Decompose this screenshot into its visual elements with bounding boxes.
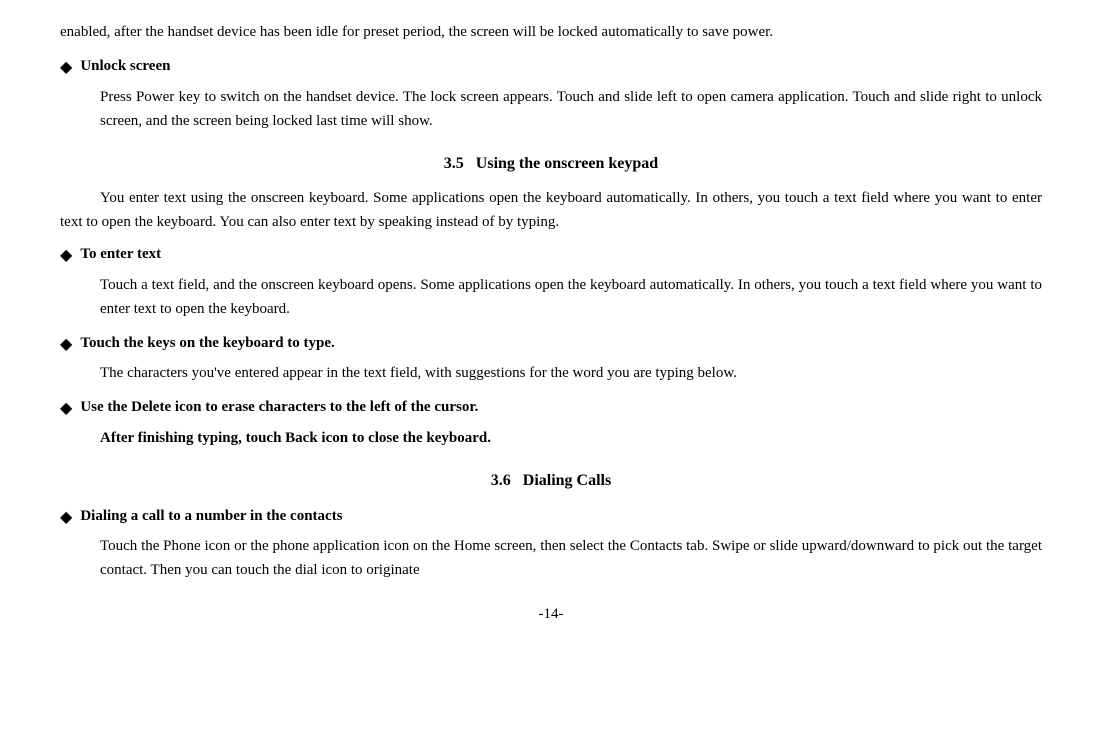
page-content: enabled, after the handset device has be… [60, 20, 1042, 626]
unlock-screen-body: Press Power key to switch on the handset… [60, 85, 1042, 133]
use-delete-title: Use the Delete icon to erase characters … [80, 395, 478, 419]
to-enter-text-body: Touch a text field, and the onscreen key… [60, 273, 1042, 321]
unlock-screen-header: ◆ Unlock screen [60, 54, 1042, 81]
to-enter-text-header: ◆ To enter text [60, 242, 1042, 269]
touch-keys-body: The characters you've entered appear in … [60, 361, 1042, 385]
unlock-screen-title: Unlock screen [80, 54, 170, 78]
to-enter-text-section: ◆ To enter text Touch a text field, and … [60, 242, 1042, 321]
dialing-contacts-header: ◆ Dialing a call to a number in the cont… [60, 504, 1042, 531]
section-35-intro: You enter text using the onscreen keyboa… [60, 186, 1042, 234]
bullet-diamond-icon-3: ◆ [60, 332, 72, 358]
to-enter-text-title: To enter text [80, 242, 161, 266]
dialing-contacts-title: Dialing a call to a number in the contac… [80, 504, 342, 528]
section-35-heading: 3.5 Using the onscreen keypad [60, 151, 1042, 177]
section-36-heading: 3.6 Dialing Calls [60, 468, 1042, 494]
dialing-contacts-body: Touch the Phone icon or the phone applic… [60, 534, 1042, 582]
unlock-screen-section: ◆ Unlock screen Press Power key to switc… [60, 54, 1042, 133]
page-number: -14- [60, 602, 1042, 626]
section-36-number: 3.6 [491, 472, 511, 489]
section-36-title: Dialing Calls [523, 472, 611, 489]
touch-keys-title: Touch the keys on the keyboard to type. [80, 331, 334, 355]
bullet-diamond-icon-4: ◆ [60, 396, 72, 422]
touch-keys-section: ◆ Touch the keys on the keyboard to type… [60, 331, 1042, 386]
section-35-number: 3.5 [444, 155, 464, 172]
bullet-diamond-icon-2: ◆ [60, 243, 72, 269]
use-delete-header: ◆ Use the Delete icon to erase character… [60, 395, 1042, 422]
use-delete-bold-line: After finishing typing, touch Back icon … [60, 426, 1042, 450]
touch-keys-header: ◆ Touch the keys on the keyboard to type… [60, 331, 1042, 358]
section-35-title: Using the onscreen keypad [476, 155, 658, 172]
intro-paragraph: enabled, after the handset device has be… [60, 20, 1042, 44]
bullet-diamond-icon-5: ◆ [60, 505, 72, 531]
use-delete-section: ◆ Use the Delete icon to erase character… [60, 395, 1042, 450]
dialing-contacts-section: ◆ Dialing a call to a number in the cont… [60, 504, 1042, 583]
bullet-diamond-icon: ◆ [60, 55, 72, 81]
